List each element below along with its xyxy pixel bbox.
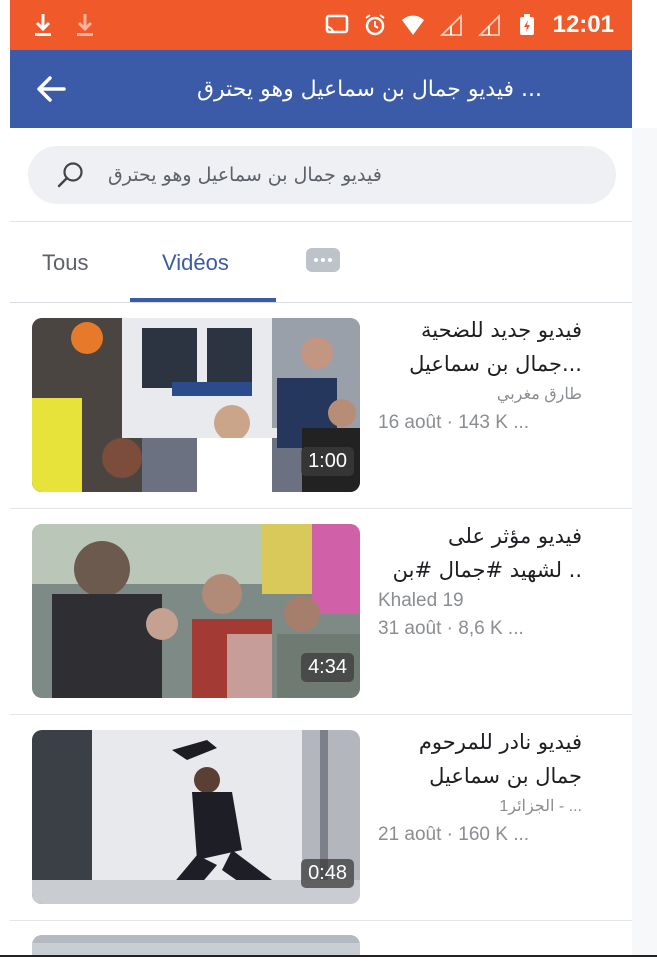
- page-title: ... فيديو جمال بن سماعيل وهو يحترق: [196, 76, 542, 102]
- video-duration: 4:34: [301, 653, 354, 682]
- back-arrow-icon[interactable]: [34, 72, 68, 106]
- alarm-icon: [365, 14, 385, 36]
- search-query: فيديو جمال بن سماعيل وهو يحترق: [108, 164, 382, 186]
- battery-charging-icon: [519, 14, 534, 35]
- video-title-line[interactable]: فيديو جديد للضحية: [378, 313, 582, 347]
- search-input[interactable]: فيديو جمال بن سماعيل وهو يحترق: [28, 146, 616, 204]
- video-title-line[interactable]: ...جمال بن سماعيل: [378, 347, 582, 381]
- download-icon: [74, 12, 96, 38]
- app-bar: ... فيديو جمال بن سماعيل وهو يحترق: [10, 50, 632, 128]
- video-author[interactable]: Khaled 19: [378, 587, 618, 615]
- video-result[interactable]: 0:48 فيديو نادر للمرحوم جمال بن سماعيل .…: [10, 715, 632, 921]
- video-title-line[interactable]: .. لشهيد #جمال #بن: [378, 553, 582, 587]
- scroll-edge: [632, 0, 657, 955]
- frame-border: [0, 955, 657, 957]
- wifi-icon: [401, 15, 424, 35]
- video-thumbnail[interactable]: 0:48: [32, 730, 360, 904]
- video-thumbnail[interactable]: 1:00: [32, 318, 360, 492]
- signal-icon: [439, 13, 462, 36]
- search-icon[interactable]: [56, 160, 86, 190]
- signal-icon: [477, 13, 500, 36]
- app-screen: 12:01 ... فيديو جمال بن سماعيل وهو يحترق…: [10, 0, 632, 955]
- status-bar: 12:01: [10, 0, 632, 50]
- active-tab-indicator: [130, 298, 276, 302]
- video-duration: 1:00: [301, 447, 354, 476]
- filter-tabs: Tous Vidéos: [10, 222, 632, 303]
- video-duration: 0:48: [301, 859, 354, 888]
- video-meta: 31 août · 8,6 K ...: [378, 618, 524, 639]
- video-result[interactable]: 4:34 فيديو مؤثر على .. لشهيد #جمال #بن K…: [10, 509, 632, 715]
- video-thumbnail[interactable]: [32, 935, 360, 955]
- status-time: 12:01: [552, 11, 614, 38]
- tab-all[interactable]: Tous: [42, 250, 88, 276]
- cast-icon: [325, 14, 348, 34]
- video-title-line[interactable]: فيديو نادر للمرحوم: [378, 725, 582, 759]
- search-section: فيديو جمال بن سماعيل وهو يحترق: [10, 128, 632, 222]
- video-title-line[interactable]: جمال بن سماعيل: [378, 759, 582, 793]
- video-author[interactable]: ... - الجزائر1: [378, 793, 582, 821]
- video-thumbnail[interactable]: 4:34: [32, 524, 360, 698]
- video-author[interactable]: طارق مغربي: [378, 381, 582, 409]
- video-result[interactable]: 1:00 فيديو جديد للضحية ...جمال بن سماعيل…: [10, 303, 632, 509]
- tab-videos[interactable]: Vidéos: [162, 250, 229, 276]
- video-result-partial[interactable]: [10, 918, 632, 955]
- video-meta: 16 août · 143 K ...: [378, 412, 530, 433]
- download-icon: [32, 12, 54, 38]
- more-dots-icon: [314, 258, 318, 262]
- more-tabs-button[interactable]: [306, 248, 340, 272]
- video-title-line[interactable]: فيديو مؤثر على: [378, 519, 582, 553]
- video-meta: 21 août · 160 K ...: [378, 824, 530, 845]
